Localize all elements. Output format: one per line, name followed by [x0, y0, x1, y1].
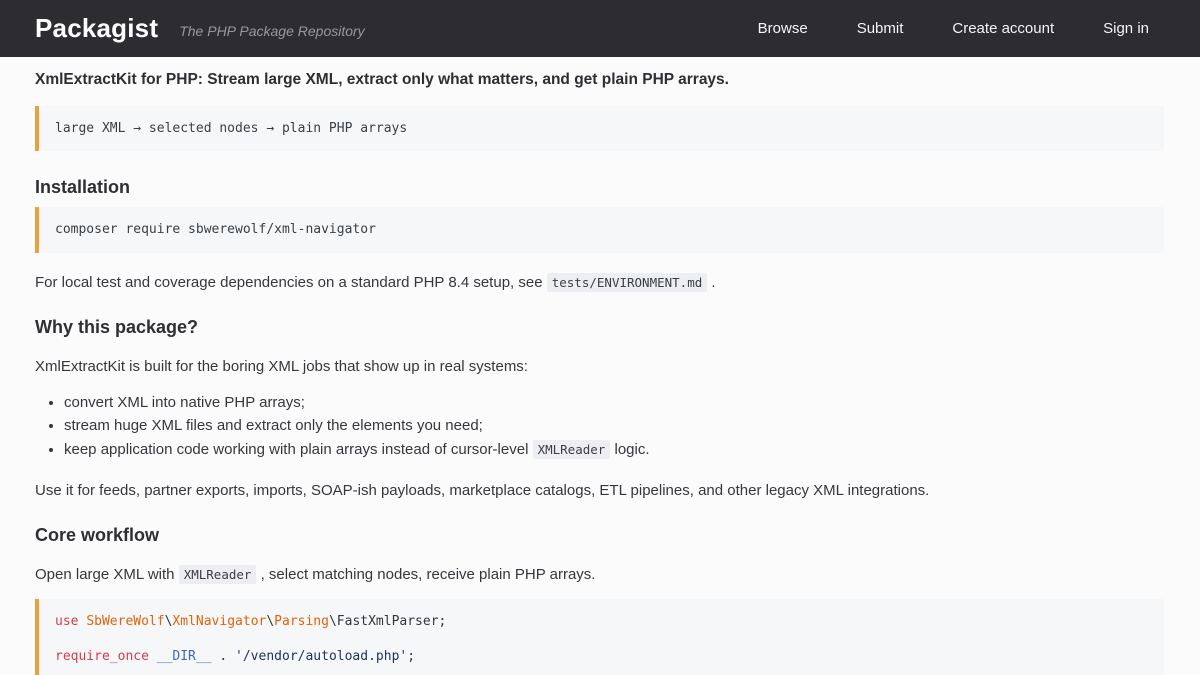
- package-intro-heading: XmlExtractKit for PHP: Stream large XML,…: [35, 71, 1164, 88]
- list-item: keep application code working with plain…: [64, 438, 1164, 462]
- why-intro: XmlExtractKit is built for the boring XM…: [35, 358, 1164, 375]
- header-nav: Browse Submit Create account Sign in: [725, 11, 1165, 46]
- installation-note: For local test and coverage dependencies…: [35, 274, 1164, 291]
- installation-heading: Installation: [35, 177, 1164, 197]
- bullet-3-tail: logic.: [610, 441, 649, 458]
- bullet-3-text: keep application code working with plain…: [64, 441, 533, 458]
- feature-list: convert XML into native PHP arrays; stre…: [35, 391, 1164, 462]
- nav-sign-in-link[interactable]: Sign in: [1087, 11, 1165, 46]
- readme-content: XmlExtractKit for PHP: Stream large XML,…: [0, 57, 1200, 675]
- xmlreader-inline-code: XMLReader: [533, 440, 611, 459]
- nav-create-account-link[interactable]: Create account: [936, 11, 1070, 46]
- workflow-intro-tail: , select matching nodes, receive plain P…: [256, 566, 595, 583]
- workflow-intro-text: Open large XML with: [35, 566, 179, 583]
- why-outro: Use it for feeds, partner exports, impor…: [35, 482, 1164, 499]
- workflow-intro: Open large XML with XMLReader , select m…: [35, 566, 1164, 583]
- nav-browse-link[interactable]: Browse: [742, 11, 824, 46]
- nav-submit-link[interactable]: Submit: [841, 11, 920, 46]
- pipeline-code-block: large XML → selected nodes → plain PHP a…: [35, 106, 1164, 151]
- list-item: stream huge XML files and extract only t…: [64, 414, 1164, 438]
- php-example-code-block: use SbWereWolf\XmlNavigator\Parsing\Fast…: [35, 599, 1164, 675]
- packagist-logo[interactable]: Packagist: [35, 13, 158, 44]
- site-header: Packagist The PHP Package Repository Bro…: [0, 0, 1200, 57]
- installation-note-period: .: [707, 274, 715, 291]
- environment-md-inline-code: tests/ENVIRONMENT.md: [547, 273, 708, 292]
- xmlreader-inline-code: XMLReader: [179, 565, 257, 584]
- core-workflow-heading: Core workflow: [35, 525, 1164, 545]
- list-item: convert XML into native PHP arrays;: [64, 391, 1164, 415]
- installation-note-text: For local test and coverage dependencies…: [35, 274, 547, 291]
- why-heading: Why this package?: [35, 317, 1164, 337]
- composer-command-code-block: composer require sbwerewolf/xml-navigato…: [35, 207, 1164, 252]
- site-tagline: The PHP Package Repository: [179, 23, 364, 39]
